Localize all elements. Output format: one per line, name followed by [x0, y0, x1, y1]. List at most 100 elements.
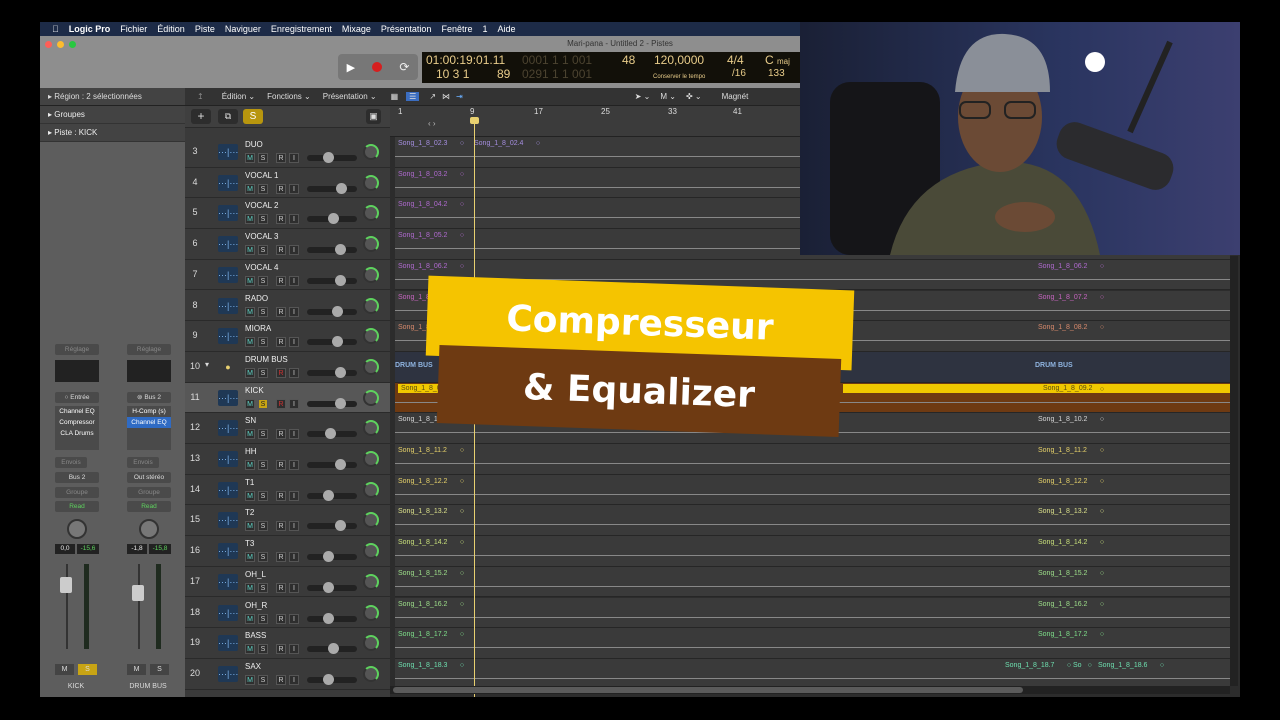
track-volume-slider[interactable]: [307, 274, 357, 286]
track-solo-button[interactable]: S: [258, 460, 268, 470]
output-slot[interactable]: Bus 2: [55, 472, 99, 483]
track-pan-knob[interactable]: [363, 205, 379, 222]
region-label[interactable]: Song_1_8_15.2: [1038, 570, 1087, 577]
track-header[interactable]: 9 ⋯|⋯ MIORA M S R I: [185, 321, 390, 352]
track-solo-button[interactable]: S: [258, 521, 268, 532]
track-mute-button[interactable]: M: [245, 521, 255, 532]
add-track-button[interactable]: +: [191, 109, 211, 124]
track-input-monitor-button[interactable]: I: [289, 306, 299, 317]
track-solo-button[interactable]: S: [258, 275, 268, 286]
menu-mixage[interactable]: Mixage: [342, 24, 371, 34]
track-pan-knob[interactable]: [363, 297, 379, 314]
track-header[interactable]: 18 ⋯|⋯ OH_R M S R I: [185, 598, 390, 629]
groups-disclosure[interactable]: ▸ Groupes: [40, 106, 185, 124]
region-label[interactable]: Song_1_8_04.2: [398, 201, 447, 208]
region-label[interactable]: Song_1_8_11.2: [1038, 447, 1087, 454]
solo-button[interactable]: S: [150, 664, 169, 675]
group-slot[interactable]: Groupe: [127, 487, 171, 498]
track-solo-button[interactable]: S: [258, 674, 268, 685]
track-name[interactable]: T1: [245, 478, 254, 487]
track-solo-button[interactable]: S: [258, 337, 268, 348]
track-name[interactable]: T2: [245, 508, 254, 517]
menu-enregistrement[interactable]: Enregistrement: [271, 24, 332, 34]
automation-icon[interactable]: ↗: [429, 92, 436, 101]
track-solo-button[interactable]: S: [258, 245, 268, 256]
track-mute-button[interactable]: M: [245, 490, 255, 501]
plugin-slot[interactable]: Channel EQ: [127, 417, 171, 428]
track-input-monitor-button[interactable]: I: [289, 490, 299, 501]
back-icon[interactable]: ↥: [197, 92, 204, 101]
automation-mode[interactable]: Read: [127, 501, 171, 512]
track-pan-knob[interactable]: [363, 266, 379, 283]
track-mute-button[interactable]: M: [245, 153, 255, 163]
magnet-label[interactable]: Magnét: [722, 92, 749, 101]
track-volume-slider[interactable]: [307, 551, 357, 563]
track-solo-button[interactable]: S: [258, 644, 268, 655]
track-record-button[interactable]: R: [276, 398, 286, 409]
track-solo-button[interactable]: S: [258, 214, 268, 225]
track-pan-knob[interactable]: [363, 328, 379, 345]
track-volume-slider[interactable]: [307, 366, 357, 378]
pointer-tool-icon[interactable]: ➤ ⌄: [635, 92, 651, 101]
track-input-monitor-button[interactable]: I: [289, 460, 299, 470]
region-label[interactable]: Song_1_8_08.2: [1038, 324, 1087, 331]
plugin-slot[interactable]: Channel EQ: [55, 406, 99, 417]
track-volume-slider[interactable]: [307, 182, 357, 194]
track-mute-button[interactable]: M: [245, 245, 255, 256]
track-input-monitor-button[interactable]: I: [289, 367, 299, 378]
track-record-button[interactable]: R: [276, 183, 286, 194]
region-label[interactable]: Song_1_8_02.4: [474, 140, 523, 147]
track-volume-slider[interactable]: [307, 581, 357, 593]
track-volume-slider[interactable]: [307, 459, 357, 470]
track-input-monitor-button[interactable]: I: [289, 214, 299, 225]
track-pan-knob[interactable]: [363, 389, 379, 406]
track-header[interactable]: 4 ⋯|⋯ VOCAL 1 M S R I: [185, 168, 390, 199]
slider-thumb[interactable]: [322, 612, 334, 624]
region-label[interactable]: Song_1_8_13.2: [1038, 508, 1087, 515]
region-label[interactable]: Song_1_8_06.2: [1038, 263, 1087, 270]
record-button[interactable]: [372, 62, 383, 72]
region-label[interactable]: Song_1_8_13.2: [398, 508, 447, 515]
group-slot[interactable]: Groupe: [55, 487, 99, 498]
track-mute-button[interactable]: M: [245, 306, 255, 317]
menu-app[interactable]: Logic Pro: [69, 24, 111, 34]
slider-thumb[interactable]: [335, 459, 347, 470]
track-pan-knob[interactable]: [363, 358, 379, 375]
track-record-button[interactable]: R: [276, 306, 286, 317]
solo-button[interactable]: S: [78, 664, 97, 675]
lcd-display[interactable]: 01:00:19:01.11 10 3 1 89 0001 1 1 001 02…: [422, 52, 800, 83]
track-mute-button[interactable]: M: [245, 582, 255, 593]
disclosure-triangle-icon[interactable]: ▾: [205, 360, 209, 369]
track-name[interactable]: VOCAL 1: [245, 171, 279, 180]
sends-button[interactable]: Envois: [55, 457, 87, 468]
track-lane[interactable]: Song_1_8_18.3 ○ Song_1_8_18.7 ○ So ○ Song_1_8_…: [395, 658, 1230, 690]
slider-thumb[interactable]: [332, 305, 344, 317]
plugin-slot[interactable]: H-Comp (s): [127, 406, 171, 417]
slider-thumb[interactable]: [324, 428, 336, 440]
track-mute-button[interactable]: M: [245, 337, 255, 348]
automation-mode[interactable]: Read: [55, 501, 99, 512]
region-label[interactable]: Song_1_8_16.2: [1038, 601, 1087, 608]
track-input-monitor-button[interactable]: I: [289, 429, 299, 440]
track-name[interactable]: VOCAL 2: [245, 201, 279, 210]
slider-thumb[interactable]: [328, 213, 340, 225]
track-input-monitor-button[interactable]: I: [289, 552, 299, 563]
pan-knob[interactable]: [67, 519, 87, 539]
track-volume-slider[interactable]: [307, 612, 357, 624]
cycle-button[interactable]: ⟳: [399, 60, 409, 74]
track-record-button[interactable]: R: [276, 460, 286, 470]
region-label[interactable]: Song_1_8_12.2: [398, 478, 447, 485]
track-lane[interactable]: Song_1_8_15.2 ○ Song_1_8_15.2 ○: [395, 566, 1230, 598]
track-input-monitor-button[interactable]: I: [289, 644, 299, 655]
region-label[interactable]: Song_1_8_12.2: [1038, 478, 1087, 485]
view-menu[interactable]: Présentation ⌄: [323, 92, 377, 101]
track-header[interactable]: 11 ⋯|⋯ KICK M S R I: [185, 382, 390, 414]
track-record-button[interactable]: R: [276, 582, 286, 593]
track-name[interactable]: MIORA: [245, 324, 271, 333]
slider-thumb[interactable]: [322, 551, 334, 563]
track-mute-button[interactable]: M: [245, 183, 255, 194]
region-label[interactable]: Song_1_8_03.2: [398, 171, 447, 178]
track-pan-knob[interactable]: [363, 635, 379, 652]
menu-aide[interactable]: Aide: [498, 24, 516, 34]
track-record-button[interactable]: R: [276, 337, 286, 348]
